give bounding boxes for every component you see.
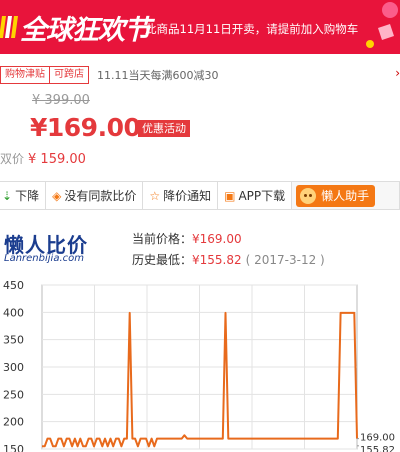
app-download-label: APP下载 bbox=[238, 189, 286, 203]
banner-decoration-icon bbox=[366, 2, 398, 48]
member-price-row: 双价 ¥ 159.00 bbox=[0, 150, 86, 167]
lowest-price-date: ( 2017-3-12 ) bbox=[245, 253, 325, 267]
member-price-value: ¥ 159.00 bbox=[28, 152, 86, 167]
tag-icon: ◈ bbox=[52, 188, 62, 203]
price-drop-tab[interactable]: ⇣ 下降 bbox=[0, 182, 47, 209]
qr-code-icon: ▣ bbox=[224, 188, 236, 203]
compare-label: 没有同款比价 bbox=[64, 189, 137, 203]
y-tick-label: 400 bbox=[3, 306, 24, 319]
lazy-assistant-label: 懒人助手 bbox=[321, 189, 370, 203]
down-arrow-icon: ⇣ bbox=[2, 188, 13, 203]
promo-activity-badge[interactable]: 优惠活动 bbox=[138, 120, 190, 137]
price-alert-label: 降价通知 bbox=[163, 189, 212, 203]
right-labels: 169.00155.82 bbox=[357, 433, 395, 452]
right-price-label: 169.00 bbox=[360, 433, 395, 444]
cross-store-label: 可跨店 bbox=[49, 67, 88, 83]
price-alert-tab[interactable]: ☆ 降价通知 bbox=[143, 182, 219, 209]
y-tick-label: 250 bbox=[3, 388, 24, 401]
y-tick-label: 150 bbox=[3, 443, 24, 452]
compare-tab[interactable]: ◈ 没有同款比价 bbox=[46, 182, 144, 209]
subsidy-tag[interactable]: 购物津贴 可跨店 bbox=[0, 66, 89, 84]
current-price: ¥169.00 bbox=[30, 113, 141, 142]
assistant-face-icon bbox=[300, 187, 317, 204]
page: 全球狂欢节 此商品11月11日开卖，请提前加入购物车 购物津贴 可跨店 11.1… bbox=[0, 0, 400, 452]
right-price-label: 155.82 bbox=[360, 445, 395, 452]
lowest-price-value: ¥155.82 bbox=[192, 253, 242, 267]
current-price-row: 当前价格：¥169.00 bbox=[132, 230, 242, 247]
lowest-price-row: 历史最低：¥155.82( 2017-3-12 ) bbox=[132, 251, 325, 268]
price-toolbar: ⇣ 下降 ◈ 没有同款比价 ☆ 降价通知 ▣ APP下载 懒人助手 bbox=[0, 181, 400, 210]
y-tick-label: 350 bbox=[3, 334, 24, 347]
y-tick-label: 200 bbox=[3, 416, 24, 429]
y-tick-label: 450 bbox=[3, 279, 24, 292]
y-tick-label: 300 bbox=[3, 361, 24, 374]
price-history-chart[interactable]: 450 400 350 300 250 200 150 169.00155.82 bbox=[0, 275, 400, 452]
festival-banner[interactable]: 全球狂欢节 此商品11月11日开卖，请提前加入购物车 bbox=[0, 0, 400, 54]
subsidy-row: 购物津贴 可跨店 11.11当天每满600减30 bbox=[0, 66, 218, 84]
more-arrow-icon[interactable]: › bbox=[395, 66, 400, 80]
original-price: ¥ 399.00 bbox=[32, 93, 90, 108]
star-icon: ☆ bbox=[149, 188, 161, 203]
price-drop-label: 下降 bbox=[15, 189, 40, 203]
y-axis-ticks: 450 400 350 300 250 200 150 bbox=[3, 279, 24, 452]
banner-message: 此商品11月11日开卖，请提前加入购物车 bbox=[145, 22, 359, 36]
subsidy-tag-label: 购物津贴 bbox=[5, 69, 45, 80]
app-download-tab[interactable]: ▣ APP下载 bbox=[218, 182, 293, 209]
lanren-url[interactable]: Lanrenbijia.com bbox=[4, 253, 84, 264]
current-price-value: ¥169.00 bbox=[192, 232, 242, 246]
lowest-price-label: 历史最低： bbox=[132, 253, 193, 267]
subsidy-promo-text: 11.11当天每满600减30 bbox=[97, 69, 219, 82]
chart-grid bbox=[41, 284, 358, 450]
current-price-label: 当前价格： bbox=[132, 232, 193, 246]
lazy-assistant-button[interactable]: 懒人助手 bbox=[296, 184, 376, 207]
member-price-label: 双价 bbox=[0, 152, 25, 166]
festival-logo: 全球狂欢节 bbox=[20, 15, 151, 46]
banner-stripes-icon bbox=[0, 16, 18, 38]
